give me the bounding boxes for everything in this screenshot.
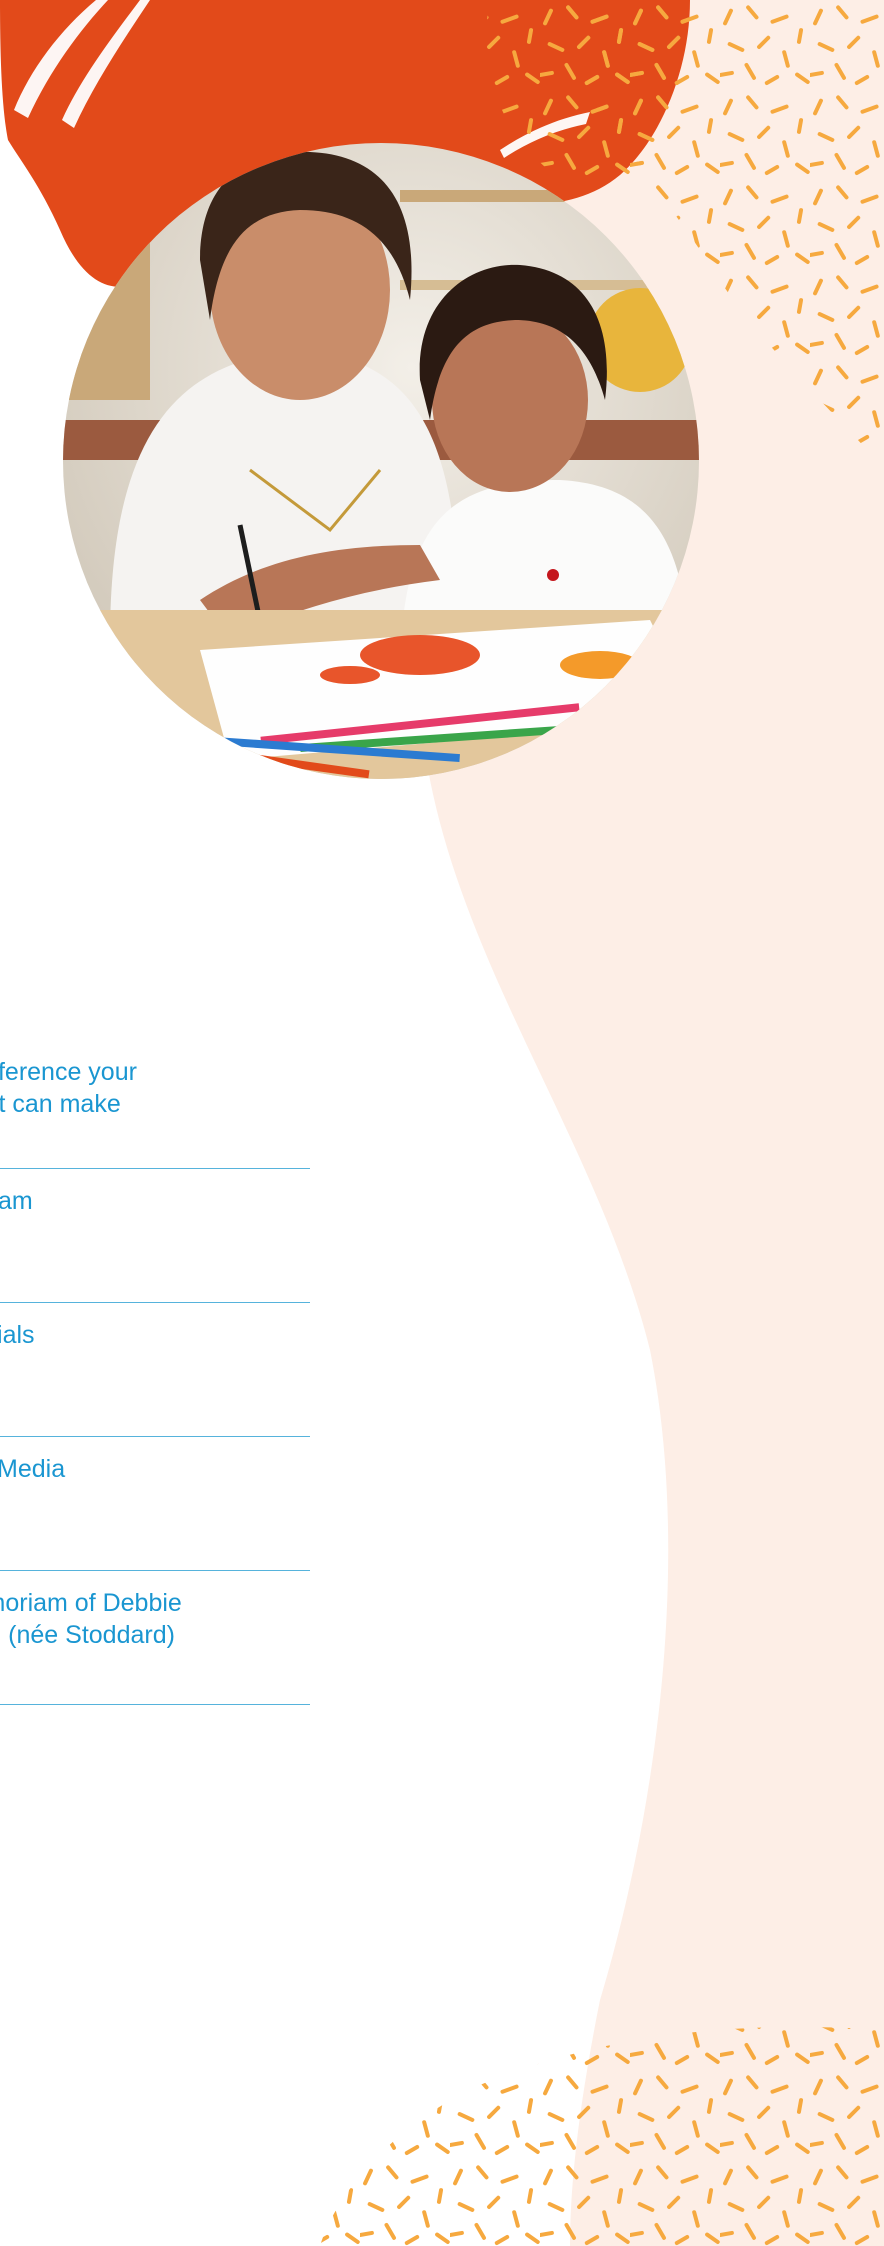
toc-label-line1: The Team (0, 1187, 33, 1215)
toc-link-difference-support[interactable]: The difference your support can make (0, 1040, 310, 1169)
toc-label: Financials (0, 1319, 302, 1351)
toc-label-line1: Social Media (0, 1455, 66, 1483)
toc-label-line1: The difference your (0, 1058, 137, 1086)
toc-label: In memoriam of Debbie Gibson (née Stodda… (0, 1587, 302, 1651)
toc-link-the-team[interactable]: The Team (0, 1169, 310, 1303)
table-of-contents: The difference your support can make The… (0, 1040, 310, 1705)
toc-label: Social Media (0, 1453, 302, 1485)
toc-label: The Team (0, 1185, 302, 1217)
toc-link-in-memoriam[interactable]: In memoriam of Debbie Gibson (née Stodda… (0, 1571, 310, 1705)
toc-label-line1: Financials (0, 1321, 35, 1349)
toc-label-line1: In memoriam of Debbie (0, 1589, 182, 1617)
toc-link-financials[interactable]: Financials (0, 1303, 310, 1437)
toc-label-line2: support can make (0, 1090, 121, 1118)
toc-link-social-media[interactable]: Social Media (0, 1437, 310, 1571)
toc-label-line2: Gibson (née Stoddard) (0, 1621, 175, 1649)
toc-label: The difference your support can make (0, 1056, 302, 1120)
